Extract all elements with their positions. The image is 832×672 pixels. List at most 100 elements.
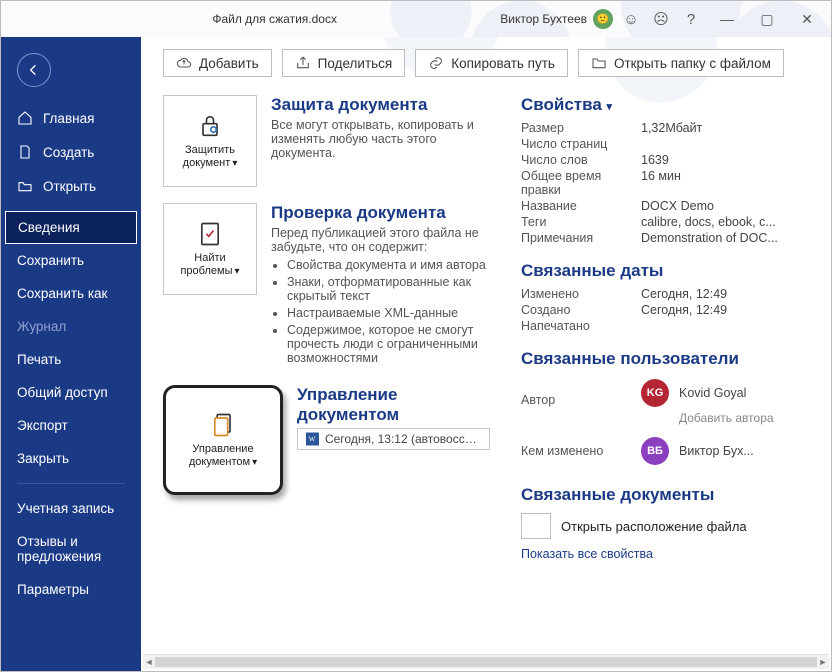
open-file-location[interactable]: Открыть расположение файла — [521, 513, 813, 539]
related-docs-heading: Связанные документы — [521, 485, 813, 505]
sidebar-item-label: Журнал — [17, 319, 66, 334]
sidebar-item-label: Экспорт — [17, 418, 68, 433]
home-icon — [17, 110, 33, 126]
modified-by-label: Кем изменено — [521, 444, 641, 458]
person-name: Kovid Goyal — [679, 386, 746, 400]
close-button[interactable]: ✕ — [787, 4, 827, 34]
property-row: Тегиcalibre, docs, ebook, c... — [521, 215, 813, 229]
property-row: Число слов1639 — [521, 153, 813, 167]
tile-label: Найти проблемы — [180, 252, 232, 277]
title-bar: Файл для сжатия.docx Виктор Бухтеев 🙂 ☺ … — [1, 1, 831, 37]
svg-text:W: W — [309, 436, 316, 444]
cloud-upload-icon — [176, 55, 192, 71]
sidebar-item-label: Сохранить как — [17, 286, 107, 301]
inspect-document-tile[interactable]: Найти проблемы▾ — [163, 203, 257, 295]
sidebar-divider — [17, 483, 125, 484]
property-row: НазваниеDOCX Demo — [521, 199, 813, 213]
sidebar-item-label: Сведения — [18, 220, 80, 235]
property-row: Напечатано — [521, 319, 813, 333]
sidebar-item-label: Отзывы и предложения — [17, 534, 125, 564]
list-item: Настраиваемые XML-данные — [287, 306, 493, 320]
lock-icon — [196, 112, 224, 140]
scroll-left-arrow[interactable]: ◄ — [143, 655, 155, 669]
open-location-label: Открыть расположение файла — [561, 519, 747, 534]
tile-label: Защитить документ — [183, 144, 235, 169]
manage-document-tile[interactable]: Управление документом▾ — [163, 385, 283, 495]
section-title: Проверка документа — [271, 203, 493, 223]
properties-heading[interactable]: Свойства ▾ — [521, 95, 813, 115]
avatar-icon: ВБ — [641, 437, 669, 465]
sidebar-item-label: Общий доступ — [17, 385, 108, 400]
file-icon — [17, 144, 33, 160]
sidebar-item-label: Сохранить — [17, 253, 84, 268]
sidebar-item-open[interactable]: Открыть — [1, 169, 141, 203]
sidebar-item-info[interactable]: Сведения — [5, 211, 137, 244]
sidebar-item-new[interactable]: Создать — [1, 135, 141, 169]
modified-by-person[interactable]: ВБ Виктор Бух... — [641, 437, 813, 465]
sidebar-item-share[interactable]: Общий доступ — [1, 376, 141, 409]
folder-open-icon — [17, 178, 33, 194]
checklist-icon — [196, 220, 224, 248]
protect-document-tile[interactable]: Защитить документ▾ — [163, 95, 257, 187]
property-row: Общее время правки16 мин — [521, 169, 813, 197]
section-title: Управление документом — [297, 385, 493, 425]
inspect-bullet-list: Свойства документа и имя автора Знаки, о… — [287, 258, 493, 365]
user-name[interactable]: Виктор Бухтеев — [500, 12, 587, 26]
sidebar-item-close[interactable]: Закрыть — [1, 442, 141, 475]
sidebar-item-export[interactable]: Экспорт — [1, 409, 141, 442]
author-label: Автор — [521, 393, 641, 407]
share-button[interactable]: Поделиться — [282, 49, 406, 77]
maximize-button[interactable]: ▢ — [747, 4, 787, 34]
sidebar-item-feedback[interactable]: Отзывы и предложения — [1, 525, 141, 573]
property-row: Число страниц — [521, 137, 813, 151]
add-author-link[interactable]: Добавить автора — [679, 411, 774, 425]
autorecover-version[interactable]: W Сегодня, 13:12 (автовосстан... — [297, 428, 490, 450]
sidebar-item-label: Параметры — [17, 582, 89, 597]
person-name: Виктор Бух... — [679, 444, 754, 458]
scrollbar-thumb[interactable] — [155, 657, 817, 667]
section-description: Все могут открывать, копировать и изменя… — [271, 118, 493, 160]
face-sad-icon[interactable]: ☹ — [649, 7, 673, 31]
open-folder-button[interactable]: Открыть папку с файлом — [578, 49, 784, 77]
sidebar-item-label: Печать — [17, 352, 61, 367]
sidebar-item-save[interactable]: Сохранить — [1, 244, 141, 277]
dates-heading: Связанные даты — [521, 261, 813, 281]
sidebar-item-print[interactable]: Печать — [1, 343, 141, 376]
horizontal-scrollbar[interactable]: ◄ ► — [143, 654, 829, 669]
tile-label: Управление документом — [189, 443, 254, 468]
show-all-properties-link[interactable]: Показать все свойства — [521, 547, 813, 561]
button-label: Добавить — [199, 56, 259, 71]
sidebar-item-home[interactable]: Главная — [1, 101, 141, 135]
property-row: ИзмененоСегодня, 12:49 — [521, 287, 813, 301]
people-heading: Связанные пользователи — [521, 349, 813, 369]
button-label: Копировать путь — [451, 56, 555, 71]
scroll-right-arrow[interactable]: ► — [817, 655, 829, 669]
button-label: Поделиться — [318, 56, 393, 71]
sidebar-item-save-as[interactable]: Сохранить как — [1, 277, 141, 310]
version-label: Сегодня, 13:12 (автовосстан... — [325, 432, 481, 446]
backstage-sidebar: Главная Создать Открыть Сведения Сохрани… — [1, 37, 141, 671]
sidebar-item-account[interactable]: Учетная запись — [1, 492, 141, 525]
author-person[interactable]: KG Kovid Goyal — [641, 379, 813, 407]
sidebar-item-label: Закрыть — [17, 451, 69, 466]
upload-button[interactable]: Добавить — [163, 49, 272, 77]
word-file-icon: W — [306, 432, 319, 446]
sidebar-item-options[interactable]: Параметры — [1, 573, 141, 606]
back-button[interactable] — [17, 53, 51, 87]
help-icon[interactable]: ? — [679, 7, 703, 31]
face-smile-icon[interactable]: ☺ — [619, 7, 643, 31]
sidebar-item-label: Главная — [43, 111, 94, 126]
list-item: Содержимое, которое не смогут прочесть л… — [287, 323, 493, 365]
property-row: Размер1,32Мбайт — [521, 121, 813, 135]
minimize-button[interactable]: — — [707, 4, 747, 34]
sidebar-item-label: Учетная запись — [17, 501, 114, 516]
protect-section: Защитить документ▾ Защита документа Все … — [163, 95, 493, 187]
inspect-section: Найти проблемы▾ Проверка документа Перед… — [163, 203, 493, 369]
user-avatar-icon[interactable]: 🙂 — [593, 9, 613, 29]
info-pane: Добавить Поделиться Копировать путь Откр… — [141, 37, 831, 671]
document-title: Файл для сжатия.docx — [49, 12, 500, 26]
sidebar-item-label: Создать — [43, 145, 94, 160]
section-description: Перед публикацией этого файла не забудьт… — [271, 226, 493, 365]
property-row: ПримечанияDemonstration of DOC... — [521, 231, 813, 245]
copy-path-button[interactable]: Копировать путь — [415, 49, 568, 77]
